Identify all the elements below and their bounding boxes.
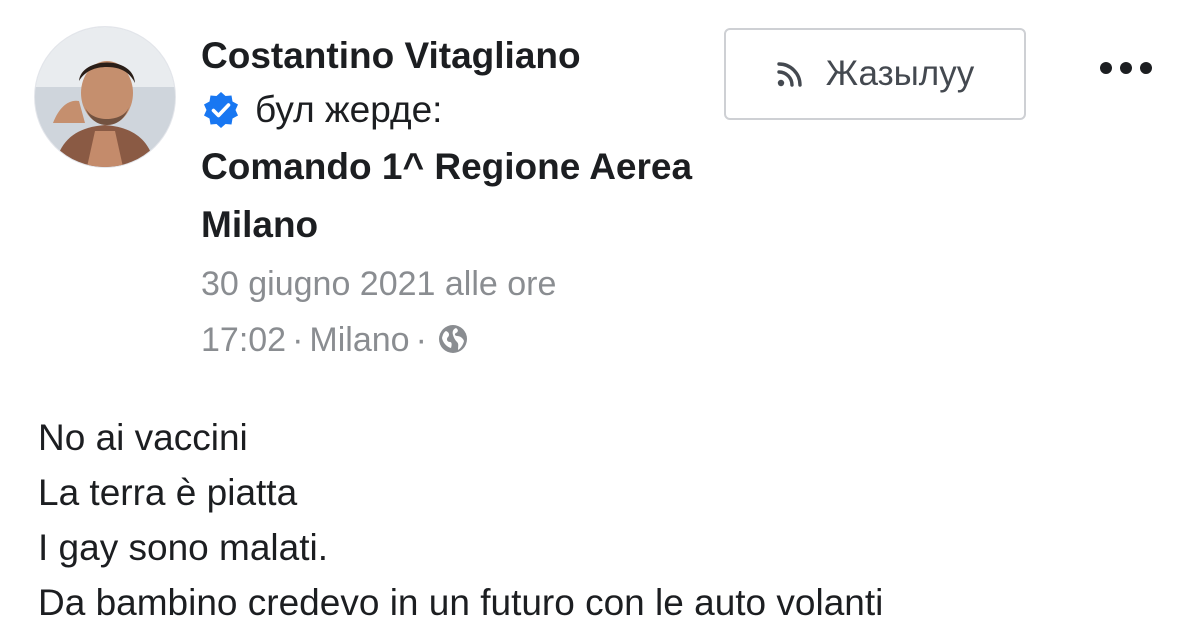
post-line: La terra è piatta: [38, 472, 298, 513]
post-meta: 30 giugno 2021 alle ore 17:02 · Milano ·: [201, 256, 651, 368]
meta-separator: ·: [292, 321, 304, 359]
meta-separator: ·: [415, 321, 427, 359]
globe-icon[interactable]: [437, 323, 469, 355]
post-time[interactable]: 17:02: [201, 321, 286, 359]
post-header: Costantino Vitagliano бул жерде: Comando…: [201, 30, 701, 368]
post-line: I gay sono malati.: [38, 527, 328, 568]
checkin-line: бул жерде:: [201, 82, 701, 138]
post-date[interactable]: 30 giugno 2021 alle ore: [201, 265, 556, 303]
more-options-button[interactable]: [1094, 50, 1158, 86]
avatar[interactable]: [34, 26, 176, 168]
post-body: No ai vaccini La terra è piatta I gay so…: [38, 410, 1178, 630]
post-location[interactable]: Milano: [309, 321, 409, 359]
follow-label: Жазылуу: [825, 54, 975, 93]
rss-icon: [777, 62, 802, 87]
post-line: Da bambino credevo in un futuro con le a…: [38, 582, 884, 623]
verified-badge-icon: [204, 92, 238, 128]
author-name[interactable]: Costantino Vitagliano: [201, 30, 701, 82]
checkin-text: бул жерде:: [255, 89, 443, 130]
checkin-place-link[interactable]: Comando 1^ Regione Aerea Milano: [201, 138, 701, 254]
avatar-photo: [35, 27, 175, 167]
follow-button[interactable]: Жазылуу: [724, 28, 1026, 120]
more-dots-icon: [1100, 62, 1152, 74]
post-line: No ai vaccini: [38, 417, 248, 458]
